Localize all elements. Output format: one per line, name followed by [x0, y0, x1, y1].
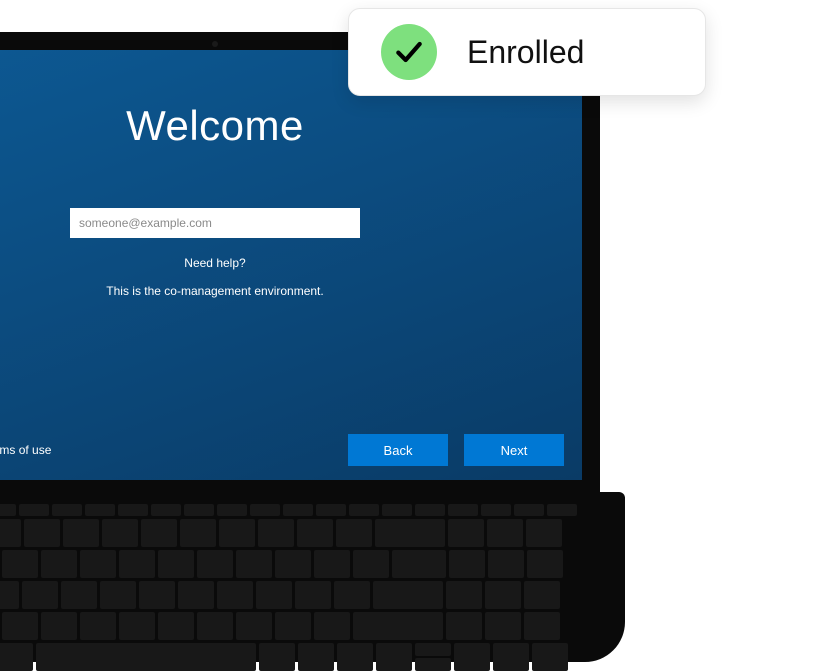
email-field[interactable] — [70, 208, 360, 238]
need-help-link[interactable]: Need help? — [184, 256, 245, 270]
enrolled-label: Enrolled — [467, 34, 584, 71]
laptop-illustration: Welcome Need help? This is the co-manage… — [0, 32, 600, 662]
laptop-base — [0, 492, 625, 662]
camera-icon — [212, 41, 218, 47]
back-button[interactable]: Back — [348, 434, 448, 466]
screen-footer: Privacy & cookies Terms of use Back Next — [0, 434, 564, 466]
laptop-keyboard — [0, 504, 585, 671]
laptop-lid: Welcome Need help? This is the co-manage… — [0, 32, 600, 492]
laptop-screen: Welcome Need help? This is the co-manage… — [0, 50, 582, 480]
next-button[interactable]: Next — [464, 434, 564, 466]
terms-of-use-link[interactable]: Terms of use — [0, 443, 51, 457]
environment-text: This is the co-management environment. — [106, 284, 323, 298]
checkmark-icon — [381, 24, 437, 80]
page-title: Welcome — [126, 102, 304, 150]
enrolled-badge: Enrolled — [348, 8, 706, 96]
